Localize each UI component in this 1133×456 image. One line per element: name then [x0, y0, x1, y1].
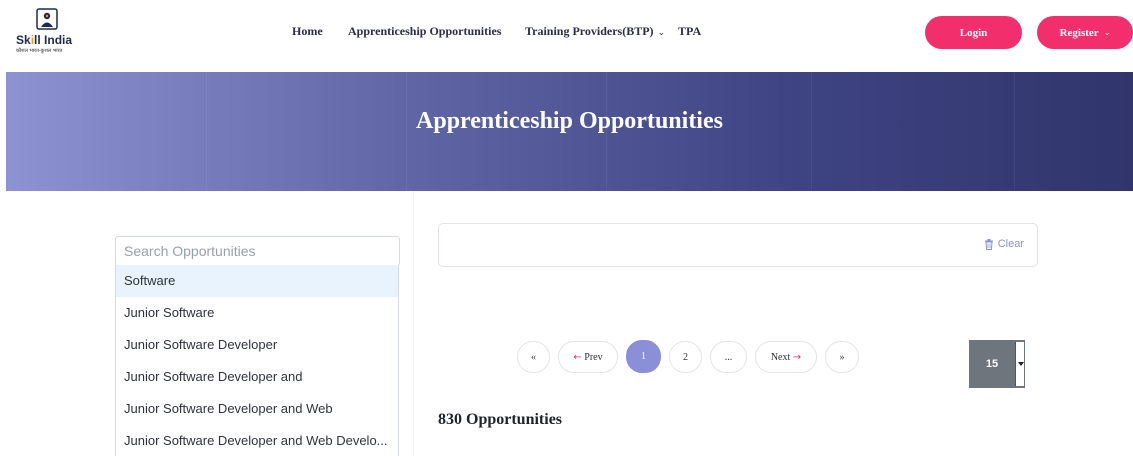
- chevron-down-icon: ⌄: [657, 28, 666, 38]
- pagination-first-button[interactable]: «: [517, 341, 550, 373]
- brand-tagline: कौशल भारत-कुशल भारत: [16, 48, 63, 54]
- brand-name: Skill India: [16, 33, 73, 47]
- trash-icon: [984, 238, 993, 250]
- suggestion-item[interactable]: Junior Software Developer and Web: [116, 393, 398, 425]
- register-label: Register: [1059, 26, 1099, 39]
- nav-home[interactable]: Home: [292, 24, 323, 39]
- nav-tpa[interactable]: TPA: [678, 24, 701, 39]
- pagination-next-button[interactable]: Next →: [755, 341, 817, 373]
- nav-training-providers[interactable]: Training Providers(BTP) ⌄: [525, 24, 665, 39]
- search-opportunities-input[interactable]: [115, 236, 400, 266]
- active-filters-box: Clear: [438, 223, 1038, 267]
- pagination-page-2[interactable]: 2: [669, 341, 702, 373]
- suggestion-item[interactable]: Junior Software Developer and Web Develo…: [116, 425, 398, 456]
- nav-training-providers-label: Training Providers(BTP): [525, 24, 654, 38]
- nav-apprenticeship-opportunities[interactable]: Apprenticeship Opportunities: [348, 24, 501, 39]
- pagination-ellipsis[interactable]: ...: [710, 341, 747, 373]
- page-banner: Apprenticeship Opportunities: [6, 72, 1133, 191]
- suggestion-item[interactable]: Junior Software: [116, 297, 398, 329]
- search-suggestions-list: Software Junior Software Junior Software…: [115, 265, 399, 456]
- suggestion-item[interactable]: Junior Software Developer: [116, 329, 398, 361]
- register-button[interactable]: Register ⌄: [1037, 16, 1133, 49]
- login-button[interactable]: Login: [925, 16, 1022, 49]
- chevron-down-icon: ⌄: [1103, 28, 1111, 37]
- page-title: Apprenticeship Opportunities: [416, 108, 723, 134]
- pagination-page-1[interactable]: 1: [626, 340, 661, 373]
- skill-india-emblem-icon: [36, 8, 58, 30]
- clear-filters-button[interactable]: Clear: [984, 238, 1024, 250]
- caret-down-icon: [1015, 342, 1024, 386]
- suggestion-item[interactable]: Junior Software Developer and: [116, 361, 398, 393]
- arrow-left-icon: ←: [573, 351, 582, 363]
- column-divider: [413, 191, 414, 456]
- clear-label: Clear: [997, 238, 1024, 250]
- skill-india-logo[interactable]: Skill India कौशल भारत-कुशल भारत: [12, 6, 84, 64]
- pagination-last-button[interactable]: »: [825, 341, 859, 373]
- top-navbar: Skill India कौशल भारत-कुशल भारत Home App…: [0, 0, 1133, 72]
- results-count: 830 Opportunities: [438, 411, 563, 428]
- page-size-select[interactable]: 15: [969, 340, 1025, 388]
- next-label: Next: [770, 351, 791, 363]
- arrow-right-icon: →: [792, 351, 802, 363]
- pagination-prev-button[interactable]: ← Prev: [558, 341, 618, 373]
- page-size-value: 15: [985, 358, 999, 370]
- prev-label: Prev: [584, 351, 603, 363]
- suggestion-item[interactable]: Software: [116, 265, 398, 297]
